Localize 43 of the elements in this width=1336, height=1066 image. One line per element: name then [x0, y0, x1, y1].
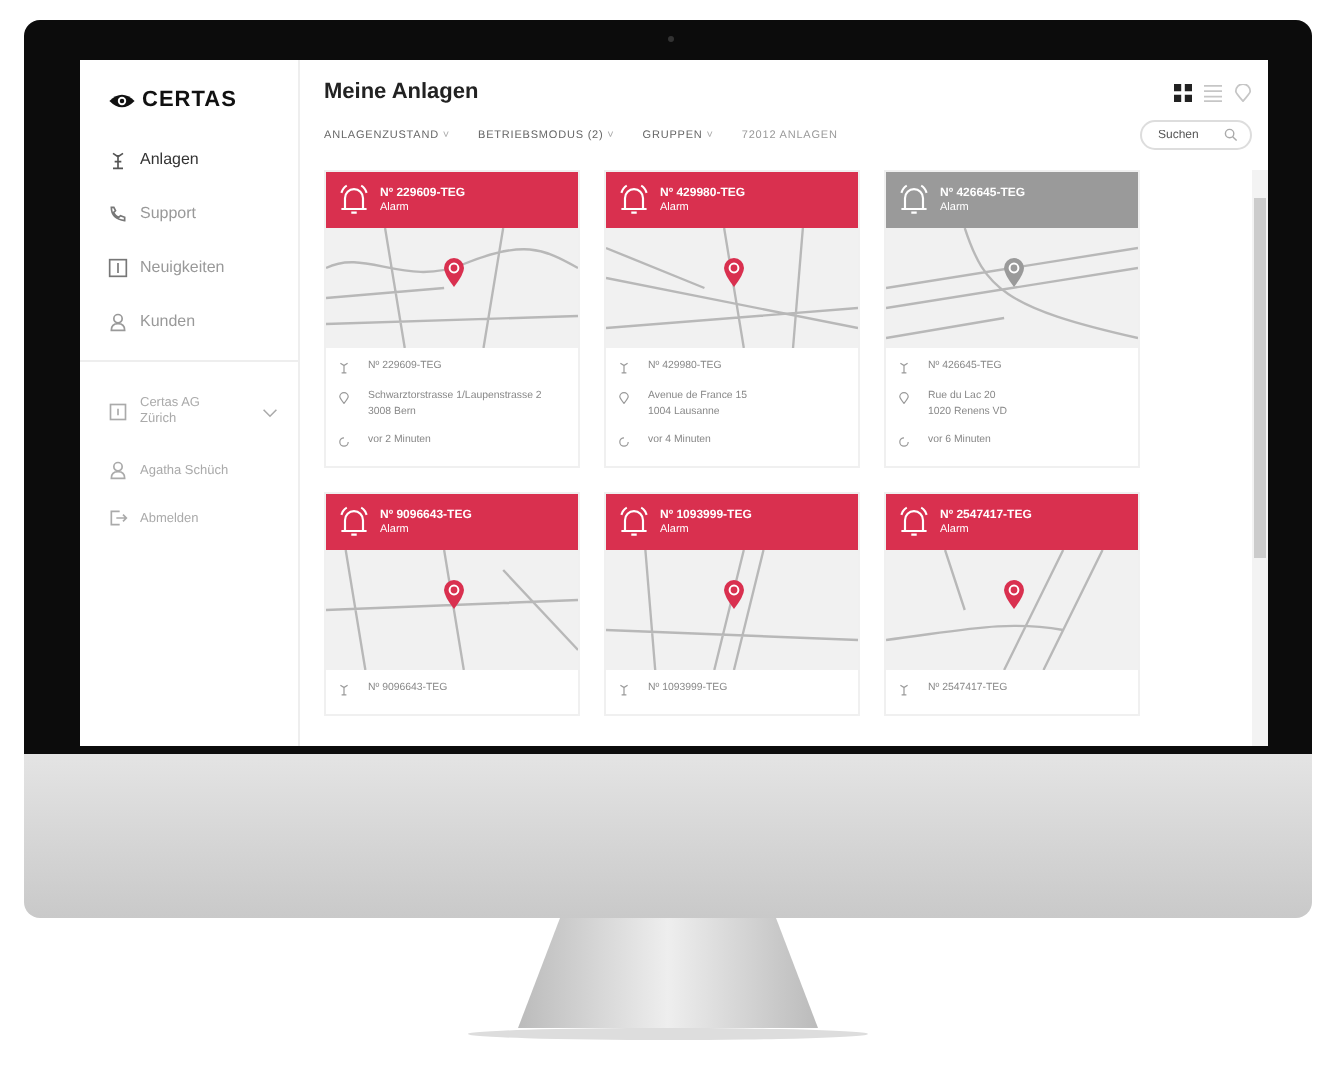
list-view-icon[interactable] — [1204, 83, 1222, 101]
grid-view-icon[interactable] — [1174, 83, 1192, 101]
nav-item[interactable]: Anlagen — [108, 132, 298, 186]
clock-icon — [338, 436, 350, 449]
antenna-icon — [108, 149, 128, 169]
map-pin-icon — [1002, 578, 1026, 611]
logo-text: CERTAS — [142, 88, 237, 112]
nav-item[interactable]: Support — [108, 186, 298, 240]
page-title: Meine Anlagen — [324, 80, 479, 104]
bell-icon — [896, 504, 932, 541]
nav-item[interactable]: Kunden — [108, 294, 298, 348]
bell-icon — [336, 182, 372, 218]
map-pin-icon — [442, 256, 466, 288]
antenna-icon — [338, 684, 350, 697]
map-pin-icon — [1002, 256, 1026, 288]
person-icon — [108, 311, 128, 331]
newspaper-icon — [108, 257, 128, 277]
eye-icon — [108, 91, 136, 109]
location-pin-icon — [898, 391, 910, 404]
antenna-icon — [338, 362, 350, 374]
logout-icon — [108, 508, 128, 528]
phone-icon — [108, 203, 128, 223]
clock-icon — [898, 436, 910, 449]
location-pin-icon — [338, 391, 350, 404]
search-icon — [1224, 128, 1238, 142]
bell-icon — [616, 182, 652, 218]
location-pin-icon — [618, 391, 630, 404]
antenna-icon — [618, 362, 630, 374]
clock-icon — [618, 436, 630, 449]
person-icon — [108, 460, 128, 480]
antenna-icon — [898, 684, 910, 697]
map-pin-icon — [722, 256, 746, 288]
building-icon — [108, 402, 128, 422]
bell-icon — [896, 182, 932, 218]
bell-icon — [336, 504, 372, 541]
bell-icon — [616, 504, 652, 541]
map-pin-icon — [722, 578, 746, 611]
scrollbar[interactable] — [1252, 170, 1268, 746]
antenna-icon — [898, 362, 910, 374]
antenna-icon — [618, 684, 630, 697]
map-pin-icon[interactable] — [1234, 83, 1252, 101]
nav-item[interactable]: Neuigkeiten — [108, 240, 298, 294]
map-pin-icon — [442, 578, 466, 611]
